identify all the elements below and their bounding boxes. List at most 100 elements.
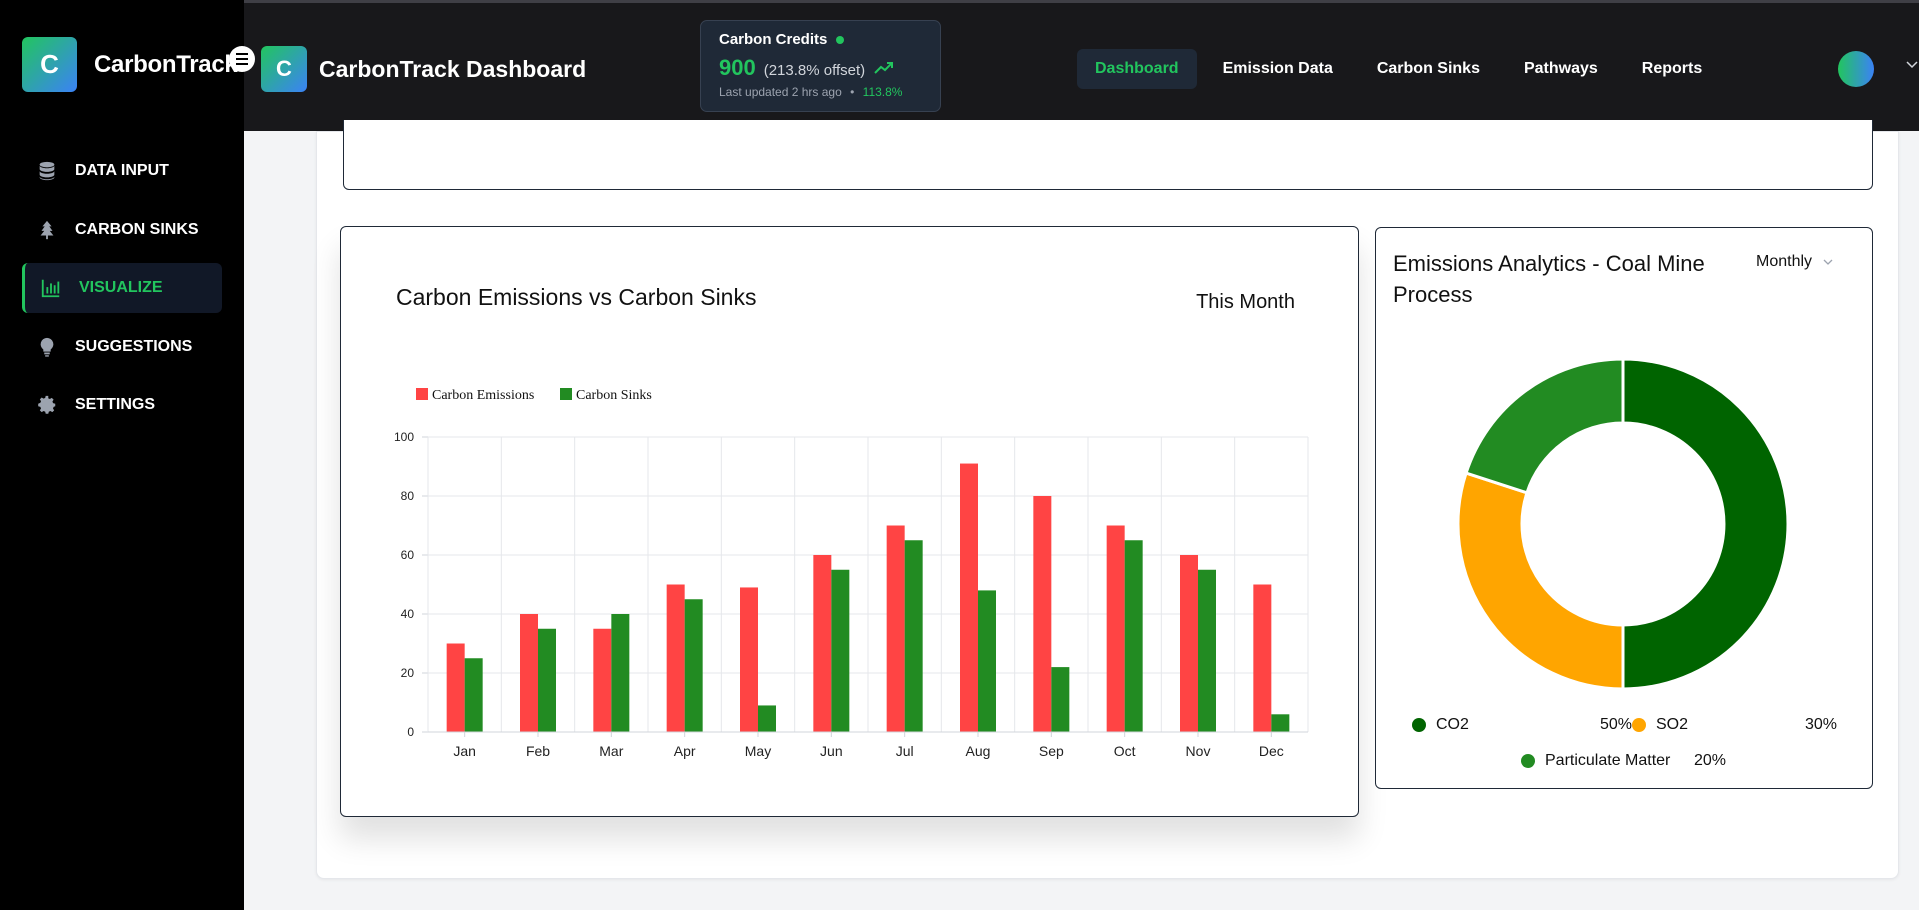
sidebar-item-suggestions[interactable]: SUGGESTIONS — [22, 322, 222, 372]
header-brand[interactable]: C CarbonTrack Dashboard — [261, 46, 586, 92]
bar-sinks-nov[interactable] — [1198, 569, 1216, 732]
sidebar-brand[interactable]: C CarbonTrack — [22, 37, 238, 92]
legend-swatch[interactable] — [416, 388, 428, 400]
bar-sinks-mar[interactable] — [611, 614, 630, 732]
bar-chart: Carbon Emissions Carbon Sinks 0 20 40 60 80 100… — [394, 388, 1309, 759]
credits-change: 113.8% — [862, 85, 903, 99]
x-tick-label: Jun — [820, 743, 843, 759]
status-dot — [836, 35, 845, 44]
y-tick-label: 40 — [401, 607, 415, 621]
nav-reports[interactable]: Reports — [1624, 49, 1720, 89]
emissions-chart-card: Carbon Emissions vs Carbon Sinks This Mo… — [340, 226, 1359, 817]
sidebar-item-label: VISUALIZE — [79, 279, 163, 296]
donut-chart — [1456, 357, 1790, 691]
bar-sinks-jun[interactable] — [831, 569, 850, 732]
bar-emissions-sep[interactable] — [1033, 496, 1052, 732]
y-tick-label: 100 — [394, 430, 414, 444]
bar-sinks-sep[interactable] — [1051, 667, 1070, 732]
x-tick-label: Dec — [1259, 743, 1284, 759]
y-tick-label: 20 — [401, 666, 415, 680]
top-nav: Dashboard Emission Data Carbon Sinks Pat… — [1077, 49, 1728, 89]
legend-pct-particulate: 20% — [1694, 752, 1727, 769]
top-panel — [343, 120, 1873, 190]
x-tick-label: Sep — [1039, 743, 1064, 759]
sidebar-item-label: DATA INPUT — [75, 162, 169, 179]
avatar[interactable] — [1838, 51, 1874, 87]
legend-pct-co2: 50% — [1600, 716, 1633, 733]
nav-dashboard[interactable]: Dashboard — [1077, 49, 1197, 89]
bar-emissions-may[interactable] — [740, 587, 758, 732]
bar-sinks-dec[interactable] — [1271, 714, 1290, 732]
bar-chart-icon — [41, 279, 60, 298]
legend-label: Particulate Matter — [1545, 752, 1671, 769]
sidebar-item-carbon-sinks[interactable]: CARBON SINKS — [22, 205, 222, 255]
nav-emission-data[interactable]: Emission Data — [1205, 49, 1351, 89]
chevron-down-icon[interactable] — [1905, 58, 1919, 72]
bar-sinks-oct[interactable] — [1124, 540, 1143, 732]
legend-dot-so2 — [1632, 718, 1646, 732]
legend-so2[interactable]: SO2 — [1632, 716, 1688, 734]
top-navbar: C CarbonTrack Dashboard Carbon Credits 9… — [244, 0, 1919, 131]
bar-sinks-aug[interactable] — [978, 590, 996, 732]
nav-carbon-sinks[interactable]: Carbon Sinks — [1359, 49, 1498, 89]
bar-emissions-feb[interactable] — [520, 614, 538, 732]
legend-label: SO2 — [1656, 716, 1689, 733]
bar-emissions-jul[interactable] — [886, 525, 905, 733]
bar-sinks-jul[interactable] — [904, 540, 923, 732]
bar-sinks-apr[interactable] — [684, 599, 703, 732]
x-tick-label: Feb — [526, 743, 550, 759]
hamburger-icon — [236, 53, 248, 55]
bar-sinks-jan[interactable] — [464, 658, 483, 732]
sidebar-nav: DATA INPUT CARBON SINKS VISUALIZE SUGGES… — [22, 146, 222, 439]
y-tick-label: 80 — [401, 489, 415, 503]
y-tick-label: 0 — [407, 725, 414, 739]
legend-pct-so2: 30% — [1805, 716, 1838, 733]
legend-co2[interactable]: CO2 — [1412, 716, 1469, 734]
sidebar-item-settings[interactable]: SETTINGS — [22, 380, 222, 430]
credits-title: Carbon Credits — [719, 31, 828, 48]
tree-icon — [40, 220, 54, 239]
x-tick-label: May — [745, 743, 771, 759]
bar-emissions-oct[interactable] — [1106, 525, 1125, 733]
page-title: CarbonTrack Dashboard — [319, 55, 587, 82]
trend-up-icon — [874, 62, 894, 74]
x-tick-label: Apr — [674, 743, 696, 759]
sidebar-item-label: SETTINGS — [75, 396, 156, 413]
bar-emissions-dec[interactable] — [1253, 584, 1272, 733]
bar-emissions-jun[interactable] — [813, 555, 832, 732]
brand-logo: C — [22, 37, 77, 92]
legend-label: Carbon Emissions — [432, 388, 534, 403]
menu-toggle-button[interactable] — [229, 46, 255, 72]
gear-icon — [38, 395, 56, 414]
brand-name: CarbonTrack — [94, 50, 238, 78]
legend-swatch[interactable] — [560, 388, 572, 400]
bar-emissions-mar[interactable] — [593, 628, 612, 732]
sidebar-item-data-input[interactable]: DATA INPUT — [22, 146, 222, 196]
x-tick-label: Nov — [1186, 743, 1211, 759]
bar-sinks-may[interactable] — [758, 705, 776, 732]
separator: • — [850, 85, 855, 99]
legend-dot-co2 — [1412, 718, 1426, 732]
x-tick-label: Mar — [599, 743, 623, 759]
nav-pathways[interactable]: Pathways — [1506, 49, 1616, 89]
legend-dot-particulate — [1521, 754, 1535, 768]
x-tick-label: Jul — [896, 743, 914, 759]
legend-particulate[interactable]: Particulate Matter — [1521, 752, 1670, 770]
database-icon — [39, 161, 55, 181]
sidebar-item-label: CARBON SINKS — [75, 220, 199, 238]
bar-sinks-feb[interactable] — [538, 628, 556, 732]
carbon-credits-widget[interactable]: Carbon Credits 900 (213.8% offset) Last … — [700, 20, 941, 112]
credits-updated: Last updated 2 hrs ago — [719, 85, 842, 99]
lightbulb-icon — [40, 337, 54, 357]
credits-value: 900 — [719, 55, 756, 80]
sidebar-item-visualize[interactable]: VISUALIZE — [22, 263, 222, 313]
bar-emissions-jan[interactable] — [446, 643, 465, 733]
bar-emissions-nov[interactable] — [1180, 555, 1198, 732]
credits-offset: (213.8% offset) — [763, 62, 866, 79]
slice-particulate-matter[interactable] — [1464, 357, 1625, 495]
sidebar-item-label: SUGGESTIONS — [75, 337, 193, 355]
slice-so2[interactable] — [1456, 471, 1625, 691]
slice-co2[interactable] — [1621, 357, 1790, 691]
bar-emissions-aug[interactable] — [960, 463, 978, 732]
bar-emissions-apr[interactable] — [666, 584, 685, 733]
